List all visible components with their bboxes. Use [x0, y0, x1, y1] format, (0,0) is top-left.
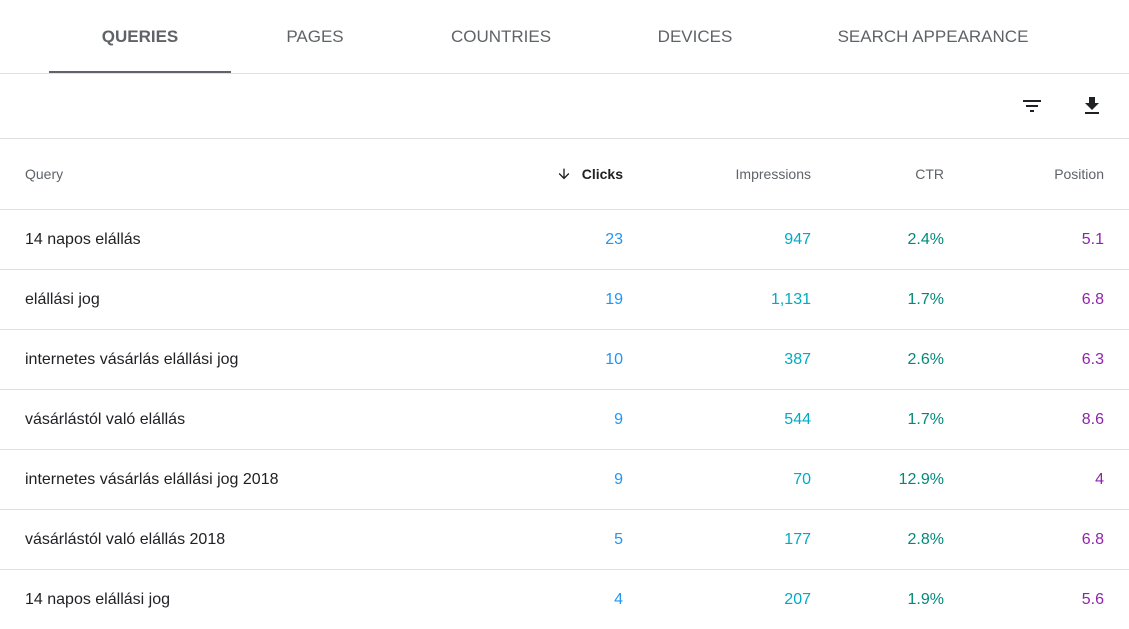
table-row[interactable]: internetes vásárlás elállási jog 10 387 … — [0, 330, 1129, 390]
cell-impressions: 1,131 — [770, 290, 811, 308]
cell-ctr: 1.7% — [907, 290, 944, 308]
cell-ctr: 1.9% — [907, 590, 944, 608]
cell-ctr: 2.4% — [907, 230, 944, 248]
cell-clicks: 9 — [614, 410, 623, 428]
tab-search-appearance[interactable]: SEARCH APPEARANCE — [812, 0, 1054, 73]
cell-impressions: 70 — [793, 470, 811, 488]
tab-queries[interactable]: QUERIES — [49, 0, 231, 73]
cell-query: vásárlástól való elállás 2018 — [25, 530, 226, 548]
cell-position: 6.8 — [1081, 530, 1104, 548]
table-row[interactable]: elállási jog 19 1,131 1.7% 6.8 — [0, 270, 1129, 330]
cell-ctr: 2.6% — [907, 350, 944, 368]
filter-list-icon — [1023, 100, 1041, 112]
arrow-down-icon — [558, 168, 570, 180]
tab-devices[interactable]: DEVICES — [625, 0, 765, 73]
column-header-clicks[interactable]: Clicks — [556, 139, 623, 209]
table-row[interactable]: vásárlástól való elállás 9 544 1.7% 8.6 — [0, 390, 1129, 450]
tab-pages[interactable]: PAGES — [250, 0, 380, 73]
cell-position: 4 — [1095, 470, 1104, 488]
table-body: 14 napos elállás 23 947 2.4% 5.1 elállás… — [0, 210, 1129, 629]
cell-impressions: 207 — [784, 590, 811, 608]
cell-position: 6.3 — [1081, 350, 1104, 368]
cell-clicks: 23 — [605, 230, 623, 248]
cell-query: elállási jog — [25, 290, 100, 308]
column-header-ctr[interactable]: CTR — [915, 139, 944, 209]
column-header-position[interactable]: Position — [1054, 139, 1104, 209]
table-row[interactable]: 14 napos elállási jog 4 207 1.9% 5.6 — [0, 570, 1129, 629]
download-button[interactable] — [1074, 88, 1110, 124]
cell-clicks: 4 — [614, 590, 623, 608]
cell-ctr: 2.8% — [907, 530, 944, 548]
cell-position: 5.1 — [1081, 230, 1104, 248]
table-row[interactable]: 14 napos elállás 23 947 2.4% 5.1 — [0, 210, 1129, 270]
cell-ctr: 12.9% — [898, 470, 944, 488]
download-icon — [1085, 97, 1099, 114]
tab-countries[interactable]: COUNTRIES — [425, 0, 577, 73]
cell-position: 8.6 — [1081, 410, 1104, 428]
table-toolbar — [0, 74, 1129, 139]
report-tabs: QUERIES PAGES COUNTRIES DEVICES SEARCH A… — [0, 0, 1129, 74]
table-row[interactable]: internetes vásárlás elállási jog 2018 9 … — [0, 450, 1129, 510]
cell-query: internetes vásárlás elállási jog 2018 — [25, 470, 279, 488]
column-header-clicks-label: Clicks — [581, 166, 623, 182]
active-tab-indicator — [49, 71, 231, 73]
cell-clicks: 19 — [605, 290, 623, 308]
cell-impressions: 387 — [784, 350, 811, 368]
column-header-query[interactable]: Query — [25, 139, 63, 209]
cell-clicks: 9 — [614, 470, 623, 488]
filter-button[interactable] — [1014, 88, 1050, 124]
cell-ctr: 1.7% — [907, 410, 944, 428]
cell-impressions: 947 — [784, 230, 811, 248]
cell-query: 14 napos elállási jog — [25, 590, 170, 608]
column-header-impressions[interactable]: Impressions — [736, 139, 811, 209]
cell-clicks: 5 — [614, 530, 623, 548]
cell-query: 14 napos elállás — [25, 230, 141, 248]
cell-position: 6.8 — [1081, 290, 1104, 308]
cell-impressions: 177 — [784, 530, 811, 548]
cell-query: internetes vásárlás elállási jog — [25, 350, 239, 368]
table-header: Query Clicks Impressions CTR Position — [0, 139, 1129, 210]
cell-position: 5.6 — [1081, 590, 1104, 608]
cell-query: vásárlástól való elállás — [25, 410, 186, 428]
cell-impressions: 544 — [784, 410, 811, 428]
table-row[interactable]: vásárlástól való elállás 2018 5 177 2.8%… — [0, 510, 1129, 570]
cell-clicks: 10 — [605, 350, 623, 368]
